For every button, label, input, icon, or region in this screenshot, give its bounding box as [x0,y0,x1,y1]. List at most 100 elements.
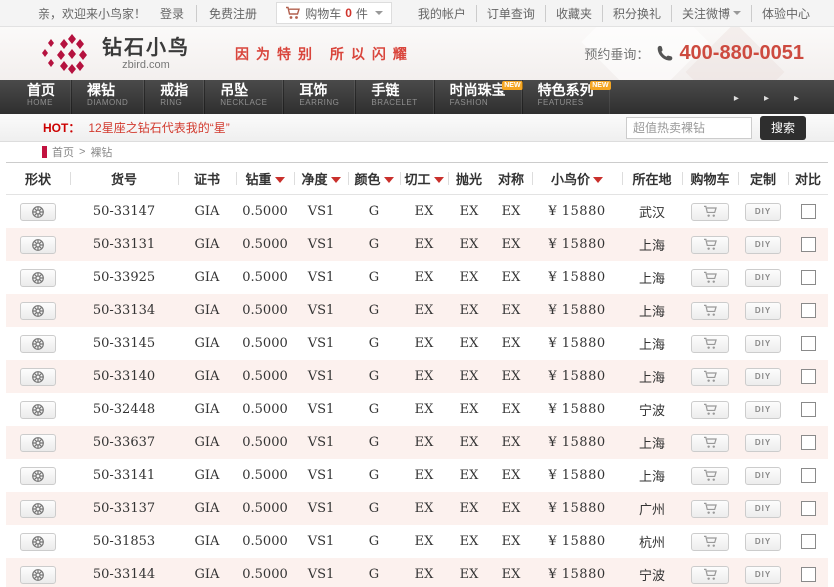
nav-item[interactable]: 手链 BRACELET [355,80,433,114]
cart-button[interactable]: 购物车 0 件 [276,2,392,24]
column-header[interactable]: 抛光 [448,163,490,194]
sku[interactable]: 50-33140 [70,369,178,384]
add-to-cart-button[interactable] [691,533,729,551]
topbar-link[interactable]: 订单查询 [476,5,545,22]
column-header[interactable]: 形状 [6,163,70,194]
add-to-cart-button[interactable] [691,236,729,254]
topbar-link[interactable]: 关注微博 [671,5,751,22]
column-header[interactable]: 小鸟价 [532,163,622,194]
add-to-cart-button[interactable] [691,401,729,419]
sort-down-icon[interactable] [593,177,603,183]
nav-secondary-link[interactable] [726,90,750,104]
add-to-cart-button[interactable] [691,368,729,386]
diy-button[interactable]: DIY [745,401,781,419]
nav-item[interactable]: 戒指 RING [144,80,204,114]
sku[interactable]: 50-33925 [70,270,178,285]
column-header[interactable]: 对称 [490,163,532,194]
compare-checkbox[interactable] [801,369,816,384]
sku[interactable]: 50-33144 [70,567,178,582]
compare-checkbox[interactable] [801,336,816,351]
compare-checkbox[interactable] [801,270,816,285]
register-link[interactable]: 免费注册 [196,5,257,22]
nav-item[interactable]: 吊坠 NECKLACE [204,80,283,114]
nav-item[interactable]: 特色系列 FEATURES NEW [522,80,610,114]
diy-button[interactable]: DIY [745,335,781,353]
topbar-link[interactable]: 我的帐户 [408,5,476,22]
add-to-cart-button[interactable] [691,269,729,287]
topbar-link[interactable]: 收藏夹 [545,5,602,22]
compare-checkbox[interactable] [801,534,816,549]
nav-secondary-link[interactable] [786,90,810,104]
column-header[interactable]: 净度 [294,163,348,194]
column-header[interactable]: 切工 [400,163,448,194]
column-header[interactable]: 定制 [738,163,788,194]
sku[interactable]: 50-33147 [70,204,178,219]
shape-button[interactable] [20,368,56,386]
sku[interactable]: 50-33137 [70,501,178,516]
diy-button[interactable]: DIY [745,434,781,452]
hot-promo-link[interactable]: 12星座之钻石代表我的“星” [88,119,229,136]
sku[interactable]: 50-33141 [70,468,178,483]
add-to-cart-button[interactable] [691,467,729,485]
column-header[interactable]: 所在地 [622,163,682,194]
shape-button[interactable] [20,236,56,254]
nav-secondary-link[interactable] [756,90,780,104]
diy-button[interactable]: DIY [745,269,781,287]
diy-button[interactable]: DIY [745,203,781,221]
shape-button[interactable] [20,500,56,518]
column-header[interactable]: 钻重 [236,163,294,194]
add-to-cart-button[interactable] [691,335,729,353]
sort-down-icon[interactable] [331,177,341,183]
nav-item[interactable]: 耳饰 EARRING [283,80,355,114]
sku[interactable]: 50-33145 [70,336,178,351]
login-link[interactable]: 登录 [160,5,184,22]
column-header[interactable]: 颜色 [348,163,400,194]
compare-checkbox[interactable] [801,468,816,483]
sku[interactable]: 50-33134 [70,303,178,318]
column-header[interactable]: 对比 [788,163,828,194]
compare-checkbox[interactable] [801,435,816,450]
compare-checkbox[interactable] [801,567,816,582]
compare-checkbox[interactable] [801,204,816,219]
compare-checkbox[interactable] [801,501,816,516]
shape-button[interactable] [20,467,56,485]
add-to-cart-button[interactable] [691,302,729,320]
column-header[interactable]: 证书 [178,163,236,194]
sku[interactable]: 50-33637 [70,435,178,450]
compare-checkbox[interactable] [801,303,816,318]
sort-down-icon[interactable] [384,177,394,183]
shape-button[interactable] [20,302,56,320]
sort-down-icon[interactable] [434,177,444,183]
column-header[interactable]: 货号 [70,163,178,194]
compare-checkbox[interactable] [801,237,816,252]
shape-button[interactable] [20,335,56,353]
shape-button[interactable] [20,434,56,452]
shape-button[interactable] [20,566,56,584]
breadcrumb-home[interactable]: 首页 [52,144,74,160]
sku[interactable]: 50-32448 [70,402,178,417]
shape-button[interactable] [20,203,56,221]
shape-button[interactable] [20,269,56,287]
search-input[interactable] [626,117,752,139]
column-header[interactable]: 购物车 [682,163,738,194]
diy-button[interactable]: DIY [745,566,781,584]
search-button[interactable]: 搜索 [760,116,806,140]
diy-button[interactable]: DIY [745,533,781,551]
add-to-cart-button[interactable] [691,566,729,584]
diy-button[interactable]: DIY [745,467,781,485]
sku[interactable]: 50-33131 [70,237,178,252]
sort-down-icon[interactable] [275,177,285,183]
topbar-link[interactable]: 体验中心 [751,5,820,22]
nav-item[interactable]: 首页 HOME [12,80,71,114]
shape-button[interactable] [20,533,56,551]
add-to-cart-button[interactable] [691,203,729,221]
compare-checkbox[interactable] [801,402,816,417]
add-to-cart-button[interactable] [691,434,729,452]
sku[interactable]: 50-31853 [70,534,178,549]
diy-button[interactable]: DIY [745,368,781,386]
diy-button[interactable]: DIY [745,236,781,254]
topbar-link[interactable]: 积分换礼 [602,5,671,22]
nav-item[interactable]: 时尚珠宝 FASHION NEW [434,80,522,114]
diy-button[interactable]: DIY [745,500,781,518]
diy-button[interactable]: DIY [745,302,781,320]
